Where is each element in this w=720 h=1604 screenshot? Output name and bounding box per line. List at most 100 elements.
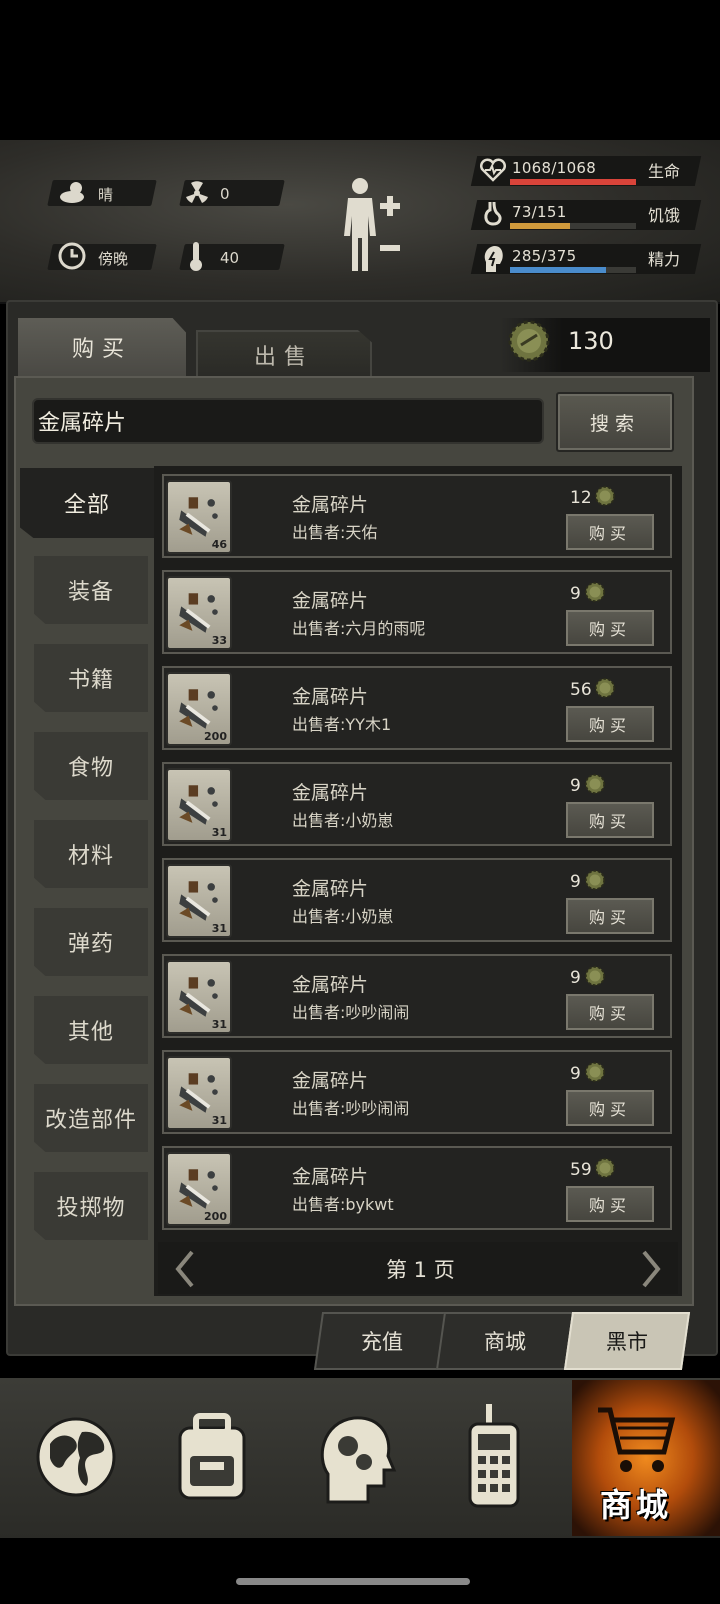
item-name: 金属碎片	[292, 782, 369, 804]
health-value: 1068/1068	[512, 159, 597, 177]
metal-scrap-icon[interactable]: 31	[166, 1056, 232, 1130]
bottle-cap-coin-icon	[594, 484, 616, 508]
walkie-talkie-icon[interactable]	[424, 1382, 564, 1532]
metal-scrap-icon[interactable]: 31	[166, 960, 232, 1034]
listing-row: 31 金属碎片出售者:小奶崽 9 购买	[162, 762, 672, 846]
item-price: 9	[570, 776, 581, 796]
buy-button[interactable]: 购买	[566, 1090, 654, 1126]
weather-text: 晴	[98, 186, 114, 204]
skills-head-icon[interactable]	[284, 1382, 424, 1532]
health-bar-fill	[510, 179, 636, 185]
thermometer-icon	[190, 242, 202, 271]
buy-button[interactable]: 购买	[566, 514, 654, 550]
category-1[interactable]: 装备	[34, 556, 148, 624]
item-quantity: 200	[204, 1210, 227, 1223]
listing-row: 200 金属碎片 出售者:bykwt 59 购买	[162, 1146, 672, 1230]
item-seller: 出售者:小奶崽	[292, 811, 394, 830]
item-price: 9	[570, 968, 581, 988]
bottle-cap-coin-icon	[584, 868, 606, 892]
buy-button[interactable]: 购买	[566, 802, 654, 838]
tab-sell[interactable]: 出售	[196, 330, 372, 380]
item-name: 金属碎片	[292, 878, 369, 900]
search-button[interactable]: 搜索	[556, 392, 674, 452]
hunger-label: 饥饿	[648, 206, 681, 225]
tab-shop[interactable]: 商城	[435, 1312, 575, 1370]
buy-button[interactable]: 购买	[566, 1186, 654, 1222]
backpack-icon[interactable]	[142, 1382, 282, 1532]
hunger-bar	[510, 223, 636, 229]
energy-label: 精力	[648, 250, 681, 269]
tab-recharge-label: 充值	[361, 1330, 403, 1354]
category-5[interactable]: 弹药	[34, 908, 148, 976]
category-3[interactable]: 食物	[34, 732, 148, 800]
item-price: 9	[570, 1064, 581, 1084]
listing-row: 31 金属碎片 出售者:吵吵闹闹 9 购买	[162, 954, 672, 1038]
energy-value: 285/375	[512, 247, 577, 265]
item-quantity: 200	[204, 730, 227, 743]
buy-button[interactable]: 购买	[566, 898, 654, 934]
item-seller: 出售者:六月的雨呢	[292, 619, 426, 638]
next-page-icon[interactable]	[640, 1250, 662, 1288]
listing-row: 46 金属碎片出售者:天佑 12 购买	[162, 474, 672, 558]
hunger-bar-fill	[510, 223, 571, 229]
metal-scrap-icon[interactable]: 200	[166, 1152, 232, 1226]
listing-row: 31 金属碎片出售者:小奶崽 9 购买	[162, 858, 672, 942]
item-quantity: 31	[211, 826, 227, 839]
item-price: 9	[570, 872, 581, 892]
energy-bar-fill	[510, 267, 606, 273]
buy-button[interactable]: 购买	[566, 706, 654, 742]
radiation-icon	[186, 181, 208, 203]
item-name: 金属碎片	[292, 494, 369, 516]
metal-scrap-icon[interactable]: 31	[166, 768, 232, 842]
buy-button[interactable]: 购买	[566, 610, 654, 646]
metal-scrap-icon[interactable]: 46	[166, 480, 232, 554]
bottle-cap-coin-icon	[584, 772, 606, 796]
heart-icon	[480, 158, 506, 182]
tab-recharge[interactable]: 充值	[313, 1312, 451, 1370]
temperature-value: 40	[220, 249, 240, 267]
tab-black-market[interactable]: 黑市	[563, 1312, 691, 1370]
energy-bar	[510, 267, 636, 273]
item-seller: 出售者:小奶崽	[292, 907, 394, 926]
category-2[interactable]: 书籍	[34, 644, 148, 712]
tab-shop-label: 商城	[484, 1330, 526, 1354]
metal-scrap-icon[interactable]: 33	[166, 576, 232, 650]
bottle-cap-coin-icon	[584, 580, 606, 604]
item-seller: 出售者:天佑	[292, 523, 378, 542]
category-7[interactable]: 改造部件	[34, 1084, 148, 1152]
search-input[interactable]: 金属碎片	[32, 398, 544, 444]
tab-buy[interactable]: 购买	[18, 318, 186, 376]
item-quantity: 31	[211, 1018, 227, 1031]
hunger-value: 73/151	[512, 203, 567, 221]
prev-page-icon[interactable]	[174, 1250, 196, 1288]
item-quantity: 31	[211, 922, 227, 935]
item-name: 金属碎片	[292, 1070, 369, 1092]
metal-scrap-icon[interactable]: 31	[166, 864, 232, 938]
health-label: 生命	[648, 162, 681, 181]
item-price: 56	[570, 680, 592, 700]
cloudy-icon	[60, 182, 84, 203]
item-seller: 出售者:吵吵闹闹	[292, 1003, 410, 1022]
shopping-cart-icon	[598, 1407, 676, 1472]
world-map-icon[interactable]	[6, 1382, 146, 1532]
item-name: 金属碎片	[292, 590, 369, 612]
listing-row: 31 金属碎片出售者:吵吵闹闹 9 购买	[162, 1050, 672, 1134]
bottle-cap-coin-icon	[594, 1156, 616, 1180]
energy-head-icon	[484, 246, 503, 272]
item-quantity: 46	[211, 538, 227, 551]
body-status-icon[interactable]	[340, 176, 410, 276]
listing-row: 33 金属碎片 出售者:六月的雨呢 9 购买	[162, 570, 672, 654]
tab-black-market-label: 黑市	[606, 1330, 648, 1354]
item-seller: 出售者:吵吵闹闹	[292, 1099, 410, 1118]
category-4[interactable]: 材料	[34, 820, 148, 888]
item-price: 12	[570, 488, 592, 508]
buy-button[interactable]: 购买	[566, 994, 654, 1030]
status-header: 晴 0 傍晚 40 1068/1068 生命 73/151 饥饿 285/375…	[0, 140, 720, 304]
category-0[interactable]: 全部	[20, 468, 154, 538]
metal-scrap-icon[interactable]: 200	[166, 672, 232, 746]
category-8[interactable]: 投掷物	[34, 1172, 148, 1240]
home-indicator[interactable]	[236, 1578, 470, 1585]
item-price: 59	[570, 1160, 592, 1180]
category-6[interactable]: 其他	[34, 996, 148, 1064]
item-seller: 出售者:YY木1	[292, 715, 392, 734]
